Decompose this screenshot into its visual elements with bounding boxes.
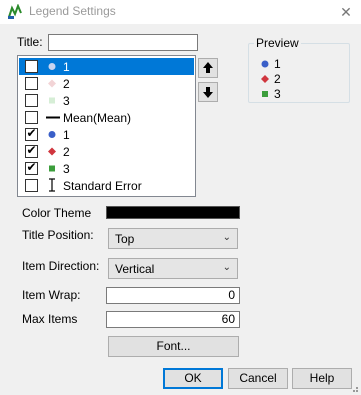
item-checkbox[interactable] xyxy=(25,77,38,90)
ok-button[interactable]: OK xyxy=(163,368,223,389)
item-direction-select[interactable]: Vertical ⌄ xyxy=(108,258,238,279)
circle-blue-icon xyxy=(48,131,56,138)
item-checkbox[interactable]: ✔ xyxy=(25,143,38,158)
list-item[interactable]: 3 xyxy=(19,92,194,109)
diamond-faded-icon xyxy=(48,79,56,88)
title-input[interactable] xyxy=(48,34,198,51)
title-position-select[interactable]: Top ⌄ xyxy=(108,228,238,249)
item-wrap-label: Item Wrap: xyxy=(22,288,81,302)
preview-item-label: 3 xyxy=(274,87,281,101)
list-item[interactable]: Mean(Mean) xyxy=(19,109,194,126)
max-items-input[interactable]: 60 xyxy=(106,311,240,328)
item-checkbox[interactable] xyxy=(25,179,38,192)
cancel-button[interactable]: Cancel xyxy=(228,368,288,389)
title-position-label: Title Position: xyxy=(22,228,94,242)
arrow-up-icon xyxy=(203,62,213,73)
title-bar: Legend Settings ✕ xyxy=(0,0,361,24)
circle-faded-icon xyxy=(48,63,56,70)
item-checkbox[interactable] xyxy=(25,60,38,73)
title-position-value: Top xyxy=(115,232,135,246)
item-checkbox[interactable]: ✔ xyxy=(25,126,38,141)
item-checkbox[interactable] xyxy=(25,94,38,107)
checkmark-icon: ✔ xyxy=(26,126,37,140)
circle-blue-icon xyxy=(261,60,269,68)
item-direction-label: Item Direction: xyxy=(22,259,100,273)
help-button[interactable]: Help xyxy=(292,368,352,389)
close-button[interactable]: ✕ xyxy=(331,0,361,24)
square-faded-icon xyxy=(49,97,55,104)
preview-title: Preview xyxy=(254,36,301,50)
item-label: 1 xyxy=(63,128,70,142)
color-theme-swatch[interactable] xyxy=(106,206,240,219)
list-item[interactable]: Standard Error xyxy=(19,177,194,194)
diamond-red-icon xyxy=(261,75,269,83)
error-bar-icon xyxy=(49,178,55,192)
item-wrap-input[interactable]: 0 xyxy=(106,287,240,304)
line-icon xyxy=(46,116,60,119)
checkmark-icon: ✔ xyxy=(26,160,37,174)
checkmark-icon: ✔ xyxy=(26,143,37,157)
resize-grip-icon[interactable] xyxy=(349,383,359,393)
item-label: 2 xyxy=(63,145,70,159)
color-theme-label: Color Theme xyxy=(22,206,92,220)
preview-item-label: 2 xyxy=(274,72,281,86)
jmp-app-icon xyxy=(8,4,22,19)
item-label: 1 xyxy=(63,60,70,74)
list-item[interactable]: ✔ 2 xyxy=(19,143,194,160)
title-label: Title: xyxy=(17,35,43,49)
item-checkbox[interactable] xyxy=(25,111,38,124)
list-item[interactable]: 2 xyxy=(19,75,194,92)
item-checkbox[interactable]: ✔ xyxy=(25,160,38,175)
move-up-button[interactable] xyxy=(198,58,218,78)
window-title: Legend Settings xyxy=(29,4,116,18)
square-green-icon xyxy=(262,91,268,97)
item-direction-value: Vertical xyxy=(115,262,155,276)
chevron-down-icon: ⌄ xyxy=(222,262,231,273)
arrow-down-icon xyxy=(203,87,213,98)
list-item[interactable]: ✔ 3 xyxy=(19,160,194,177)
square-green-icon xyxy=(49,165,55,172)
chevron-down-icon: ⌄ xyxy=(222,232,231,243)
list-item[interactable]: 1 xyxy=(19,58,194,75)
preview-item-label: 1 xyxy=(274,57,281,71)
max-items-label: Max Items xyxy=(22,312,78,326)
item-label: 3 xyxy=(63,162,70,176)
list-item[interactable]: ✔ 1 xyxy=(19,126,194,143)
diamond-red-icon xyxy=(48,147,56,156)
legend-items-list[interactable]: 1 2 3 Mean(Mean) ✔ 1 ✔ 2 ✔ 3 Standard Er… xyxy=(17,55,196,197)
item-label: Standard Error xyxy=(63,179,142,193)
font-button[interactable]: Font... xyxy=(108,336,239,357)
item-label: 3 xyxy=(63,94,70,108)
item-label: 2 xyxy=(63,77,70,91)
move-down-button[interactable] xyxy=(198,82,218,102)
item-label: Mean(Mean) xyxy=(63,111,132,125)
